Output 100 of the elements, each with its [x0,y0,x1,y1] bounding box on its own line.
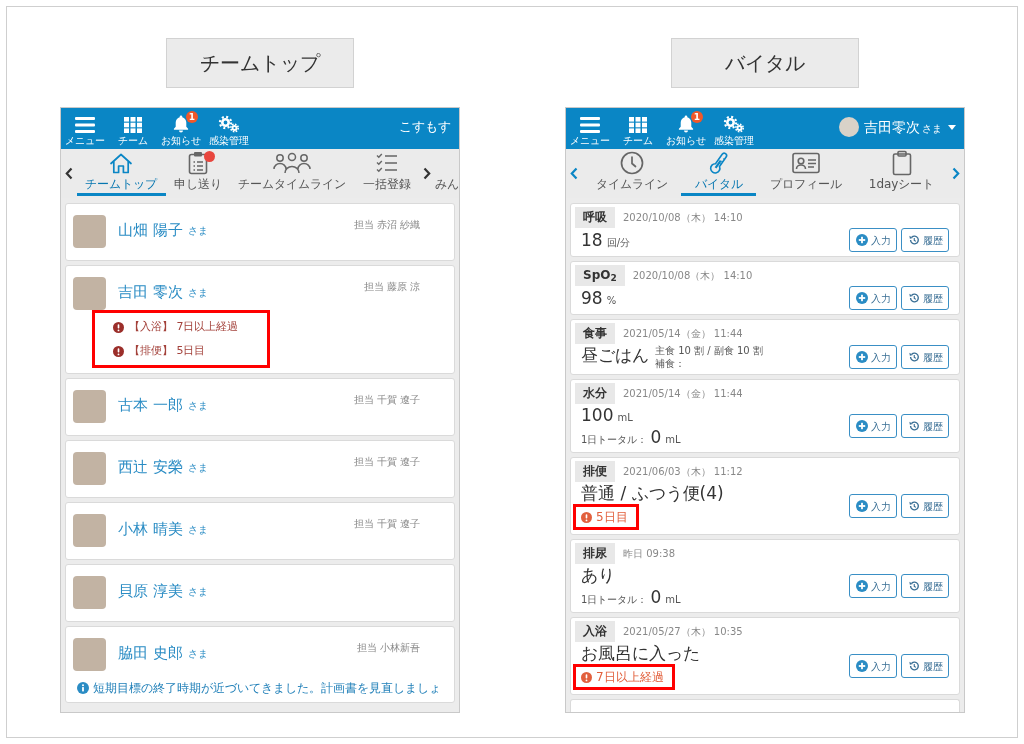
alert-text: 【入浴】 7日以上経過 [129,318,239,335]
input-button[interactable]: 入力 [849,414,897,438]
tab[interactable]: プロフィール [756,149,856,196]
plus-circle-icon [855,500,868,512]
menu-button[interactable]: メニュー [566,117,614,146]
photo-placeholder [73,452,106,485]
plus-circle-icon [855,420,868,432]
exclamation-circle-icon [581,511,592,523]
history-icon [907,500,920,512]
vital-unit: mL [617,411,633,425]
resident-name[interactable]: 古本 一郎 [118,396,183,414]
total-label: 1日トータル： [581,593,648,607]
menu-icon [580,117,600,133]
honorific-label: さま [187,225,208,237]
checklist-icon [375,151,398,174]
people-icon [273,151,312,174]
account-menu-button[interactable]: 吉田零次 さま [839,116,960,138]
input-button[interactable]: 入力 [849,345,897,369]
grid-icon [629,117,647,133]
info-icon [77,682,89,694]
honorific-label: さま [187,586,208,598]
team-button[interactable]: チーム [614,117,662,146]
tab[interactable]: タイムライン [582,149,682,196]
vital-value: 昼ごはん [581,344,649,366]
vital-label: 食事 [575,323,615,344]
honorific-label: さま [187,524,208,536]
menu-icon [75,117,95,133]
notifications-button[interactable]: 1 お知らせ [157,111,205,146]
vital-value: 100 [581,404,614,426]
vital-value: 18 [581,229,603,251]
plus-circle-icon [855,580,868,592]
total-value: 0 [650,586,662,608]
tab[interactable]: 1dayシート [855,149,949,196]
input-button[interactable]: 入力 [849,494,897,518]
staff-label: 担当 千賀 遼子 [353,455,420,469]
notification-badge: 1 [186,111,198,123]
plus-circle-icon [855,234,868,246]
infection-control-button[interactable]: 感染管理 [710,115,758,146]
input-button[interactable]: 入力 [849,286,897,310]
tab[interactable]: チームタイムライン [230,149,355,196]
history-button[interactable]: 履歴 [901,228,949,252]
tab[interactable]: 一括登録 [354,149,419,196]
photo-placeholder [73,215,106,248]
vital-unit: % [606,294,617,308]
notice-link[interactable]: 短期目標の終了時期が近づいてきました。計画書を見直しましょ [93,679,441,697]
plus-circle-icon [855,351,868,363]
history-icon [907,420,920,432]
total-label: 1日トータル： [581,433,648,447]
honorific-label: さま [187,287,208,299]
total-unit: mL [665,433,681,447]
resident-name[interactable]: 山畑 陽子 [118,221,183,239]
resident-name[interactable]: 西辻 安榮 [118,458,183,476]
tab[interactable]: 申し送り [165,149,230,196]
vital-label: 水分 [575,383,615,404]
record-time: 2020/10/08（木） 14:10 [623,211,743,225]
menu-button[interactable]: メニュー [61,117,109,146]
photo-placeholder [73,576,106,609]
clipboard-icon [891,149,912,176]
tab[interactable]: みん [435,177,459,198]
input-button[interactable]: 入力 [849,654,897,678]
infection-control-button[interactable]: 感染管理 [205,115,253,146]
clipboard-list-icon [187,150,208,175]
vital-value: 98 [581,287,603,309]
bell-icon [678,115,694,133]
resident-name[interactable]: 脇田 史郎 [118,644,183,662]
exclamation-circle-icon [113,345,124,357]
gears-icon [218,115,240,133]
resident-name[interactable]: 貝原 淳美 [118,582,183,600]
alert-text: 7日以上経過 [596,669,664,686]
record-time: 2021/05/14（金） 11:44 [623,327,743,341]
exclamation-circle-icon [581,671,592,683]
history-button[interactable]: 履歴 [901,414,949,438]
house-icon [109,151,134,174]
exclamation-circle-icon [113,321,124,333]
notification-badge: 1 [691,111,703,123]
history-button[interactable]: 履歴 [901,494,949,518]
history-icon [907,234,920,246]
history-icon [907,292,920,304]
staff-label: 担当 小林新吾 [356,641,420,655]
input-button[interactable]: 入力 [849,228,897,252]
history-button[interactable]: 履歴 [901,345,949,369]
history-button[interactable]: 履歴 [901,654,949,678]
resident-name[interactable]: 小林 晴美 [118,520,183,538]
history-button[interactable]: 履歴 [901,286,949,310]
plus-circle-icon [855,660,868,672]
history-button[interactable]: 履歴 [901,574,949,598]
vital-value: 普通 / ふつう便(4) [581,482,724,504]
resident-name[interactable]: 吉田 零次 [118,283,183,301]
grid-icon [124,117,142,133]
alert-text: 【排便】 5日目 [129,342,206,359]
honorific-label: さま [187,648,208,660]
vital-label: 入浴 [575,621,615,642]
staff-label: 担当 千賀 遼子 [353,393,420,407]
input-button[interactable]: 入力 [849,574,897,598]
screen-caption: チームトップ [166,38,354,88]
notifications-button[interactable]: 1 お知らせ [662,111,710,146]
record-time: 2020/10/08（木） 14:10 [632,269,753,283]
gears-icon [723,115,745,133]
team-button[interactable]: チーム [109,117,157,146]
vital-unit: 回/分 [606,236,630,250]
